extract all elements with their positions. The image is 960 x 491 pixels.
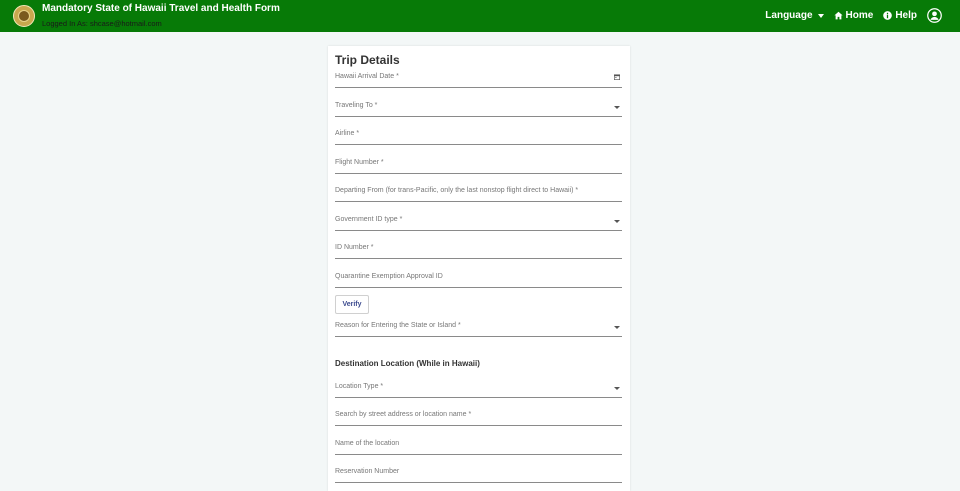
departing-from-label: Departing From (for trans-Pacific, only … [335,187,579,194]
verify-button[interactable]: Verify [335,295,369,314]
id-number-label: ID Number * [335,244,374,251]
flight-number-label: Flight Number * [335,159,384,166]
quarantine-exemption-input[interactable]: Quarantine Exemption Approval ID [335,270,622,288]
language-label: Language [765,10,813,21]
home-icon [833,11,843,20]
help-link[interactable]: Help [883,10,917,21]
destination-section-title: Destination Location (While in Hawaii) [335,359,480,368]
state-seal-icon [13,5,35,27]
top-header-bar: Mandatory State of Hawaii Travel and Hea… [0,0,960,32]
dropdown-arrow-icon [614,387,620,390]
location-name-input[interactable]: Name of the location [335,437,622,455]
quarantine-exemption-label: Quarantine Exemption Approval ID [335,273,443,280]
info-icon [883,11,893,20]
id-number-input[interactable]: ID Number * [335,241,622,259]
location-name-label: Name of the location [335,440,400,447]
header-nav: Language Home Help [765,8,942,23]
home-label: Home [845,10,874,21]
traveling-to-label: Traveling To * [335,102,378,109]
help-label: Help [895,10,917,21]
dropdown-arrow-icon [614,220,620,223]
app-title: Mandatory State of Hawaii Travel and Hea… [42,3,280,14]
reservation-number-label: Reservation Number [335,468,400,475]
flight-number-input[interactable]: Flight Number * [335,156,622,174]
reservation-number-input[interactable]: Reservation Number [335,465,622,483]
departing-from-input[interactable]: Departing From (for trans-Pacific, only … [335,184,622,202]
language-menu[interactable]: Language [765,10,824,21]
reason-for-entering-label: Reason for Entering the State or Island … [335,322,461,329]
user-account-icon[interactable] [927,8,942,23]
traveling-to-select[interactable]: Traveling To * [335,99,622,117]
airline-input[interactable]: Airline * [335,127,622,145]
calendar-icon[interactable] [614,74,620,80]
arrival-date-field[interactable]: Hawaii Arrival Date * [335,70,622,88]
dropdown-arrow-icon [614,326,620,329]
government-id-type-select[interactable]: Government ID type * [335,213,622,231]
airline-label: Airline * [335,130,360,137]
location-type-label: Location Type * [335,383,384,390]
search-address-input[interactable]: Search by street address or location nam… [335,408,622,426]
dropdown-arrow-icon [614,106,620,109]
caret-down-icon [817,13,824,18]
arrival-date-label: Hawaii Arrival Date * [335,73,399,80]
search-address-label: Search by street address or location nam… [335,411,472,418]
government-id-type-label: Government ID type * [335,216,403,223]
home-link[interactable]: Home [833,10,874,21]
trip-details-card: Trip Details Hawaii Arrival Date * Trave… [328,46,630,491]
form-title: Trip Details [335,53,400,67]
location-type-select[interactable]: Location Type * [335,380,622,398]
logged-in-user: Logged In As: shcase@hotmail.com [42,19,162,28]
reason-for-entering-select[interactable]: Reason for Entering the State or Island … [335,319,622,337]
